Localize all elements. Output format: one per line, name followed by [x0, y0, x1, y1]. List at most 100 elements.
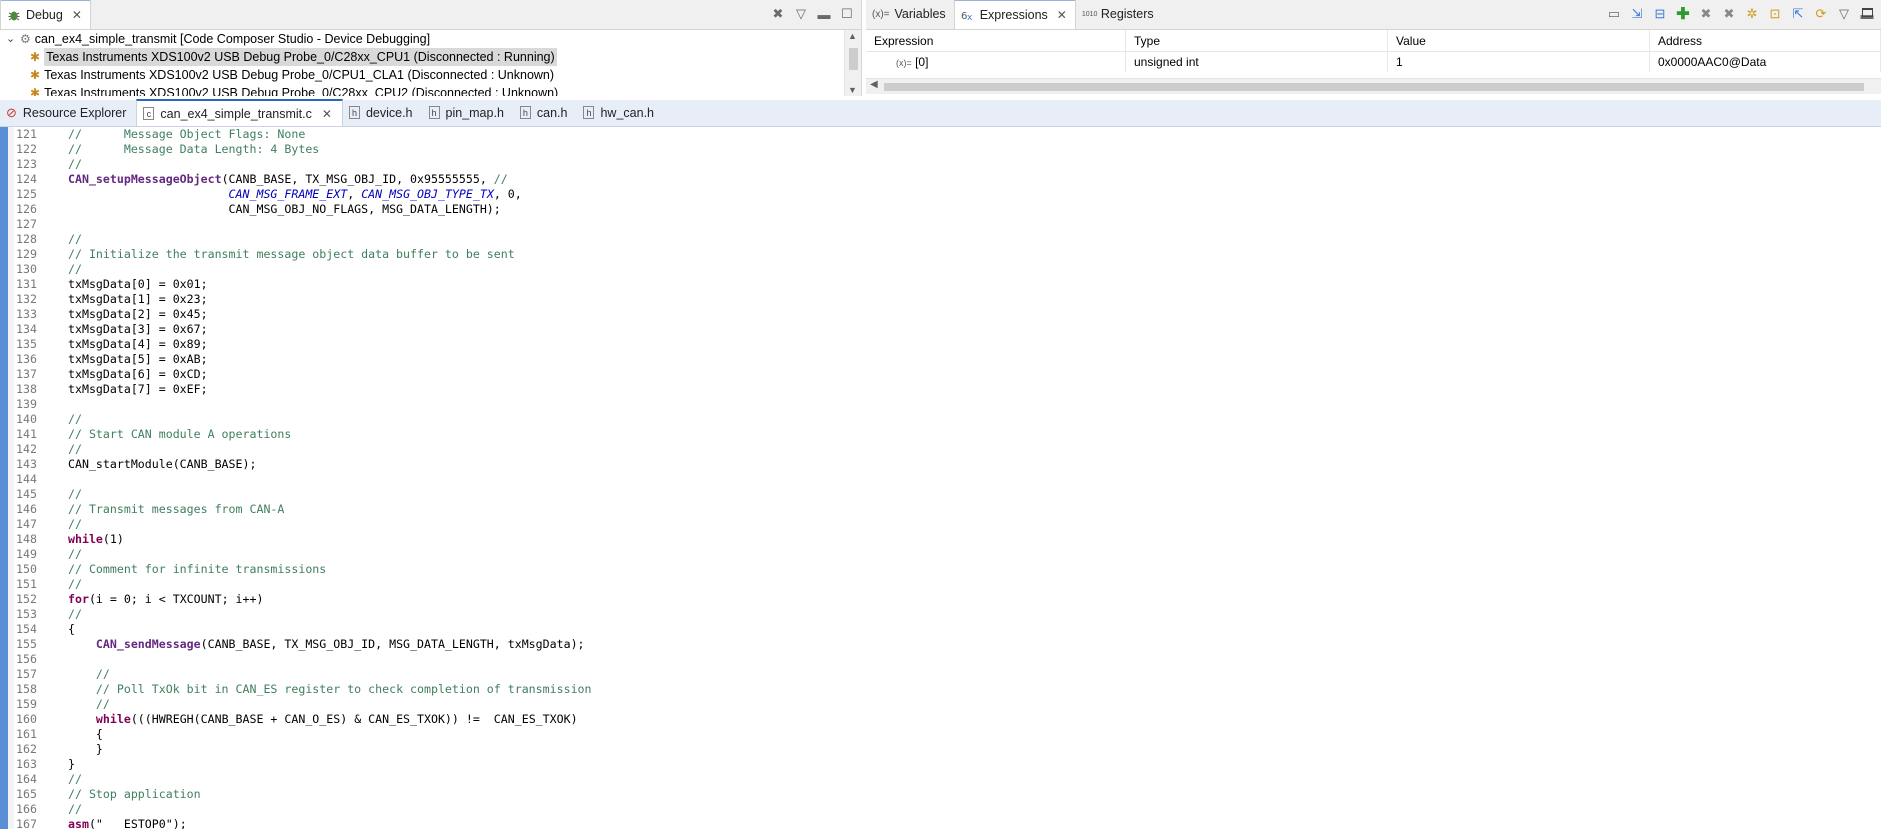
- code-text[interactable]: CAN_MSG_OBJ_NO_FLAGS, MSG_DATA_LENGTH);: [48, 202, 501, 217]
- scroll-down-icon[interactable]: ▼: [848, 85, 857, 95]
- code-text[interactable]: // Transmit messages from CAN-A: [48, 502, 284, 517]
- code-line[interactable]: 167 asm(" ESTOP0");: [14, 817, 592, 829]
- code-text[interactable]: while(((HWREGH(CANB_BASE + CAN_O_ES) & C…: [48, 712, 578, 727]
- code-line[interactable]: 138 txMsgData[7] = 0xEF;: [14, 382, 592, 397]
- column-header-value[interactable]: Value: [1388, 30, 1650, 51]
- code-text[interactable]: txMsgData[4] = 0x89;: [48, 337, 208, 352]
- code-text[interactable]: while(1): [48, 532, 124, 547]
- code-line[interactable]: 141 // Start CAN module A operations: [14, 427, 592, 442]
- code-text[interactable]: txMsgData[7] = 0xEF;: [48, 382, 208, 397]
- code-text[interactable]: //: [48, 442, 82, 457]
- remove-all-icon[interactable]: ✖: [1721, 6, 1737, 22]
- code-line[interactable]: 129 // Initialize the transmit message ob…: [14, 247, 592, 262]
- code-line[interactable]: 146 // Transmit messages from CAN-A: [14, 502, 592, 517]
- value-cell[interactable]: 1: [1388, 52, 1650, 72]
- tab-debug[interactable]: Debug ✕: [0, 0, 91, 29]
- export-icon[interactable]: ⇱: [1790, 6, 1806, 22]
- debug-scrollbar[interactable]: ▲ ▼: [844, 30, 861, 96]
- code-line[interactable]: 160 while(((HWREGH(CANB_BASE + CAN_O_ES)…: [14, 712, 592, 727]
- chevron-down-icon[interactable]: ⌄: [6, 30, 16, 48]
- view-menu-icon[interactable]: ▽: [1836, 6, 1852, 22]
- code-line[interactable]: 161 {: [14, 727, 592, 742]
- code-text[interactable]: CAN_sendMessage(CANB_BASE, TX_MSG_OBJ_ID…: [48, 637, 585, 652]
- debug-target-node[interactable]: ✱ Texas Instruments XDS100v2 USB Debug Pr…: [0, 84, 861, 96]
- code-text[interactable]: //: [48, 697, 110, 712]
- editor-tab[interactable]: h pin_map.h: [423, 99, 514, 126]
- code-line[interactable]: 164 //: [14, 772, 592, 787]
- code-line[interactable]: 137 txMsgData[6] = 0xCD;: [14, 367, 592, 382]
- code-text[interactable]: {: [48, 727, 103, 742]
- editor-tab[interactable]: c can_ex4_simple_transmit.c ✕: [136, 99, 343, 126]
- debug-target-node[interactable]: ✱ Texas Instruments XDS100v2 USB Debug Pr…: [0, 48, 861, 66]
- code-line[interactable]: 148 while(1): [14, 532, 592, 547]
- scroll-thumb[interactable]: [884, 83, 1864, 91]
- column-header-address[interactable]: Address: [1650, 30, 1881, 51]
- code-line[interactable]: 151 //: [14, 577, 592, 592]
- code-area[interactable]: 121 // Message Object Flags: None 122 // Me…: [14, 127, 592, 829]
- tab-expressions[interactable]: 6x Expressions ✕: [953, 0, 1076, 29]
- code-text[interactable]: for(i = 0; i < TXCOUNT; i++): [48, 592, 263, 607]
- close-icon[interactable]: ✕: [1057, 8, 1067, 22]
- code-text[interactable]: [48, 217, 68, 232]
- code-line[interactable]: 154 {: [14, 622, 592, 637]
- code-line[interactable]: 155 CAN_sendMessage(CANB_BASE, TX_MSG_OB…: [14, 637, 592, 652]
- maximize-icon[interactable]: [1862, 8, 1873, 17]
- code-text[interactable]: //: [48, 577, 82, 592]
- scroll-up-icon[interactable]: ▲: [848, 31, 857, 41]
- code-text[interactable]: //: [48, 487, 82, 502]
- code-text[interactable]: txMsgData[5] = 0xAB;: [48, 352, 208, 367]
- code-text[interactable]: txMsgData[3] = 0x67;: [48, 322, 208, 337]
- collapse-all-icon[interactable]: ⊟: [1652, 6, 1668, 22]
- code-line[interactable]: 136 txMsgData[5] = 0xAB;: [14, 352, 592, 367]
- show-type-names-icon[interactable]: ▭: [1606, 6, 1622, 22]
- code-text[interactable]: [48, 652, 68, 667]
- editor-tab[interactable]: h hw_can.h: [577, 99, 664, 126]
- code-text[interactable]: // Message Data Length: 4 Bytes: [48, 142, 319, 157]
- code-text[interactable]: CAN_MSG_FRAME_EXT, CAN_MSG_OBJ_TYPE_TX, …: [48, 187, 522, 202]
- code-line[interactable]: 139: [14, 397, 592, 412]
- code-text[interactable]: //: [48, 157, 82, 172]
- code-text[interactable]: txMsgData[1] = 0x23;: [48, 292, 208, 307]
- new-window-icon[interactable]: ⊡: [1767, 6, 1783, 22]
- code-line[interactable]: 123 //: [14, 157, 592, 172]
- scroll-thumb[interactable]: [849, 48, 858, 70]
- code-text[interactable]: asm(" ESTOP0");: [48, 817, 187, 829]
- code-text[interactable]: //: [48, 802, 82, 817]
- code-text[interactable]: txMsgData[6] = 0xCD;: [48, 367, 208, 382]
- scroll-left-icon[interactable]: ◀: [870, 79, 878, 90]
- code-line[interactable]: 153 //: [14, 607, 592, 622]
- expressions-hscrollbar[interactable]: ◀: [866, 78, 1881, 94]
- code-text[interactable]: [48, 472, 68, 487]
- code-line[interactable]: 134 txMsgData[3] = 0x67;: [14, 322, 592, 337]
- code-line[interactable]: 150 // Comment for infinite transmissions: [14, 562, 592, 577]
- code-text[interactable]: CAN_setupMessageObject(CANB_BASE, TX_MSG…: [48, 172, 508, 187]
- remove-expression-icon[interactable]: ✖: [1698, 6, 1714, 22]
- code-text[interactable]: }: [48, 742, 103, 757]
- refresh-icon[interactable]: ✲: [1744, 6, 1760, 22]
- column-header-type[interactable]: Type: [1126, 30, 1388, 51]
- code-text[interactable]: //: [48, 262, 82, 277]
- code-line[interactable]: 156: [14, 652, 592, 667]
- code-text[interactable]: // Initialize the transmit message objec…: [48, 247, 515, 262]
- add-expression-icon[interactable]: ✚: [1675, 6, 1691, 23]
- code-text[interactable]: [48, 397, 68, 412]
- code-line[interactable]: 131 txMsgData[0] = 0x01;: [14, 277, 592, 292]
- code-text[interactable]: //: [48, 772, 82, 787]
- tab-variables[interactable]: (x)= Variables: [866, 0, 954, 29]
- code-line[interactable]: 126 CAN_MSG_OBJ_NO_FLAGS, MSG_DATA_LENGT…: [14, 202, 592, 217]
- code-text[interactable]: {: [48, 622, 75, 637]
- code-line[interactable]: 135 txMsgData[4] = 0x89;: [14, 337, 592, 352]
- editor-tab[interactable]: h device.h: [343, 99, 423, 126]
- close-icon[interactable]: ✕: [322, 107, 332, 121]
- code-text[interactable]: }: [48, 757, 75, 772]
- code-line[interactable]: 130 //: [14, 262, 592, 277]
- code-line[interactable]: 128 //: [14, 232, 592, 247]
- code-line[interactable]: 127: [14, 217, 592, 232]
- code-line[interactable]: 152 for(i = 0; i < TXCOUNT; i++): [14, 592, 592, 607]
- code-text[interactable]: //: [48, 412, 82, 427]
- code-line[interactable]: 121 // Message Object Flags: None: [14, 127, 592, 142]
- code-text[interactable]: // Comment for infinite transmissions: [48, 562, 326, 577]
- maximize-icon[interactable]: ☐: [839, 6, 855, 22]
- code-editor[interactable]: 121 // Message Object Flags: None 122 // Me…: [0, 127, 1881, 829]
- code-line[interactable]: 143 CAN_startModule(CANB_BASE);: [14, 457, 592, 472]
